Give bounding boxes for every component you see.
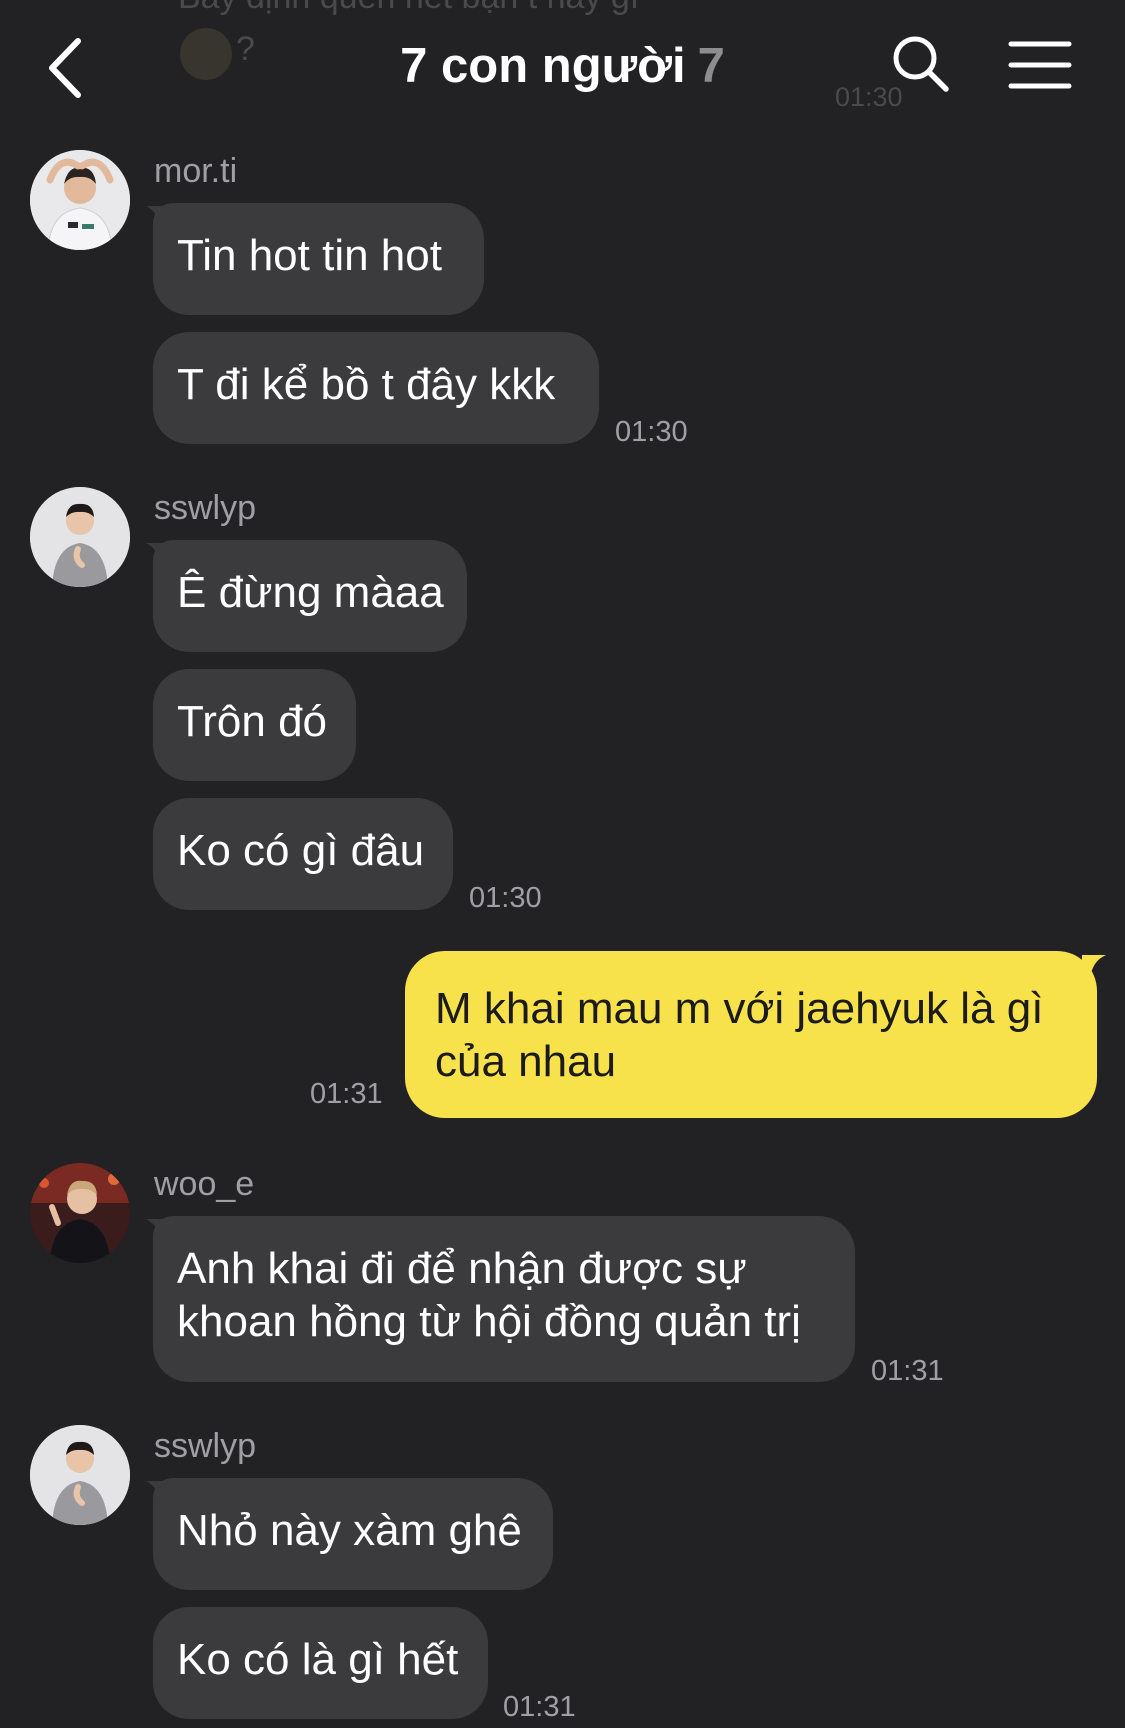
avatar-photo	[30, 487, 130, 587]
message-bubble[interactable]: Tin hot tin hot	[153, 203, 484, 315]
menu-icon	[1008, 41, 1072, 89]
message-text-line: khoan hồng từ hội đồng quản trị	[177, 1297, 801, 1346]
message-bubble[interactable]: T đi kể bồ t đây kkk	[153, 332, 599, 444]
message-bubble[interactable]: Ko có là gì hết	[153, 1607, 488, 1719]
avatar-photo	[30, 150, 130, 250]
message-text: Tin hot tin hot	[177, 231, 442, 280]
menu-button[interactable]	[1008, 38, 1072, 92]
message-text: Ê đừng màaa	[177, 568, 444, 617]
message-text-line: M khai mau m với jaehyuk là gì	[435, 984, 1044, 1033]
avatar-photo	[30, 1163, 130, 1263]
avatar-mor-ti[interactable]	[30, 150, 130, 250]
message-text: T đi kể bồ t đây kkk	[177, 360, 556, 409]
message-text: Ko có gì đâu	[177, 826, 425, 875]
message-text-line: Anh khai đi để nhận được sự	[177, 1244, 747, 1293]
chat-title: 7 con người 7	[0, 38, 1125, 94]
message-bubble[interactable]: Ê đừng màaa	[153, 540, 467, 652]
sender-name: woo_e	[154, 1165, 255, 1203]
sender-name: sswlyp	[154, 1427, 257, 1465]
member-count: 7	[697, 39, 725, 93]
avatar-sswlyp[interactable]	[30, 487, 130, 587]
message-text-line: của nhau	[435, 1037, 617, 1086]
search-button[interactable]	[890, 33, 952, 95]
my-message-bubble[interactable]: M khai mau m với jaehyuk là gì của nhau	[405, 951, 1097, 1118]
message-bubble[interactable]: Ko có gì đâu	[153, 798, 453, 910]
avatar-sswlyp[interactable]	[30, 1425, 130, 1525]
chat-title-text: 7 con người	[400, 39, 686, 93]
message-text: Trôn đó	[177, 697, 328, 746]
previous-message-faded: Bây định quên hết bạn t này gì	[178, 0, 639, 17]
message-bubble[interactable]: Nhỏ này xàm ghê	[153, 1478, 553, 1590]
message-time: 01:30	[615, 416, 688, 448]
message-text: Nhỏ này xàm ghê	[177, 1506, 522, 1555]
avatar-photo	[30, 1425, 130, 1525]
avatar-woo-e[interactable]	[30, 1163, 130, 1263]
message-time: 01:31	[871, 1355, 944, 1387]
my-bubble-tail	[1082, 955, 1106, 979]
message-bubble[interactable]: Trôn đó	[153, 669, 356, 781]
message-bubble[interactable]: Anh khai đi để nhận được sự khoan hồng t…	[153, 1216, 855, 1382]
message-time: 01:31	[310, 1078, 383, 1110]
chat-header: Bây định quên hết bạn t này gì ? 01:30 7…	[0, 0, 1125, 135]
message-time: 01:31	[503, 1691, 576, 1723]
sender-name: sswlyp	[154, 489, 257, 527]
sender-name: mor.ti	[154, 152, 238, 190]
message-time: 01:30	[469, 882, 542, 914]
message-text: Ko có là gì hết	[177, 1635, 459, 1684]
search-icon	[893, 36, 949, 92]
